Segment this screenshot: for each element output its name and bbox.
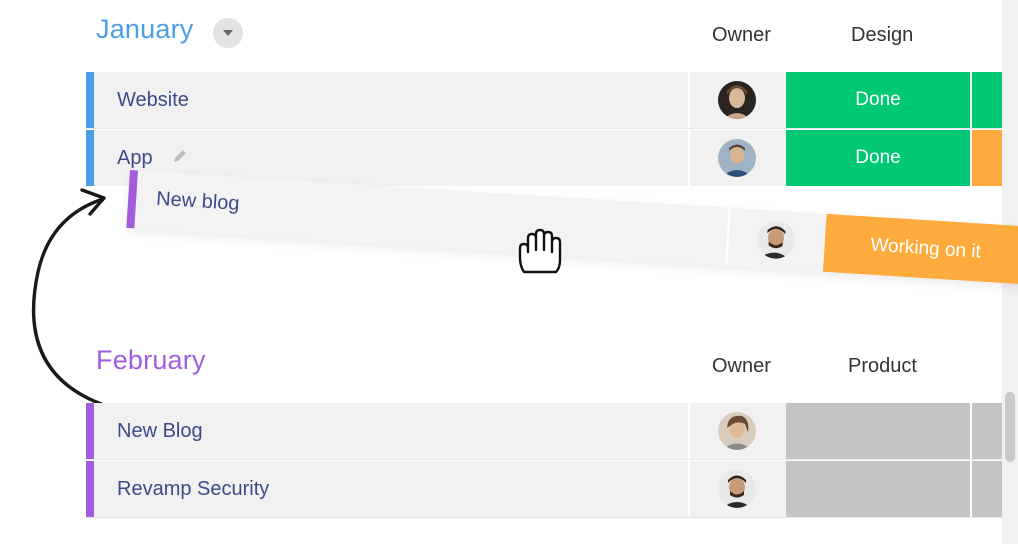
group-color-marker: [86, 130, 94, 186]
item-name[interactable]: Website: [117, 89, 189, 112]
pencil-icon[interactable]: [172, 148, 188, 169]
table-row[interactable]: Revamp Security: [86, 461, 1002, 517]
status-label: Done: [855, 147, 901, 168]
owner-cell[interactable]: [688, 72, 786, 128]
dragged-item-row[interactable]: New blog Working on it: [126, 170, 1018, 285]
owner-cell[interactable]: [688, 461, 786, 517]
status-cell-next-column[interactable]: [972, 72, 1002, 128]
status-cell[interactable]: [786, 461, 970, 517]
row-divider: [86, 128, 1002, 129]
avatar[interactable]: [718, 81, 756, 119]
status-cell-next-column[interactable]: [972, 130, 1002, 186]
status-cell[interactable]: [786, 403, 970, 459]
status-cell[interactable]: Working on it: [822, 213, 1018, 285]
curved-arrow-icon: [24, 182, 134, 417]
group-color-marker: [86, 403, 94, 459]
grab-hand-icon: [514, 226, 566, 285]
avatar[interactable]: [718, 139, 756, 177]
item-name-cell[interactable]: New Blog: [94, 403, 688, 459]
column-header-product[interactable]: Product: [848, 355, 917, 378]
item-name[interactable]: App: [117, 147, 153, 170]
status-cell-next-column[interactable]: [972, 461, 1002, 517]
avatar[interactable]: [755, 219, 797, 260]
group-title-february[interactable]: February: [96, 345, 206, 376]
item-name-cell[interactable]: Revamp Security: [94, 461, 688, 517]
group-title-january[interactable]: January: [96, 14, 193, 45]
status-cell-next-column[interactable]: [972, 403, 1002, 459]
status-cell[interactable]: Done: [786, 72, 970, 128]
item-name-cell[interactable]: Website: [94, 72, 688, 128]
chevron-down-icon: [222, 24, 234, 42]
row-divider: [86, 459, 1002, 460]
group-menu-button[interactable]: [213, 18, 243, 48]
group-color-marker: [86, 461, 94, 517]
avatar[interactable]: [718, 470, 756, 508]
status-label: Done: [855, 89, 901, 110]
row-divider: [86, 517, 1002, 518]
item-name[interactable]: New Blog: [117, 420, 203, 443]
item-name[interactable]: Revamp Security: [117, 478, 269, 501]
column-header-owner[interactable]: Owner: [712, 355, 771, 378]
owner-cell[interactable]: [688, 403, 786, 459]
status-label: Working on it: [869, 234, 982, 263]
column-header-design[interactable]: Design: [851, 24, 913, 47]
scrollbar-thumb[interactable]: [1005, 392, 1015, 462]
column-header-owner[interactable]: Owner: [712, 24, 771, 47]
status-cell[interactable]: Done: [786, 130, 970, 186]
table-row[interactable]: Website Done: [86, 72, 1002, 128]
group-color-marker: [86, 72, 94, 128]
table-row[interactable]: New Blog: [86, 403, 1002, 459]
item-name[interactable]: New blog: [155, 188, 241, 216]
owner-cell[interactable]: [725, 207, 827, 272]
avatar[interactable]: [718, 412, 756, 450]
owner-cell[interactable]: [688, 130, 786, 186]
